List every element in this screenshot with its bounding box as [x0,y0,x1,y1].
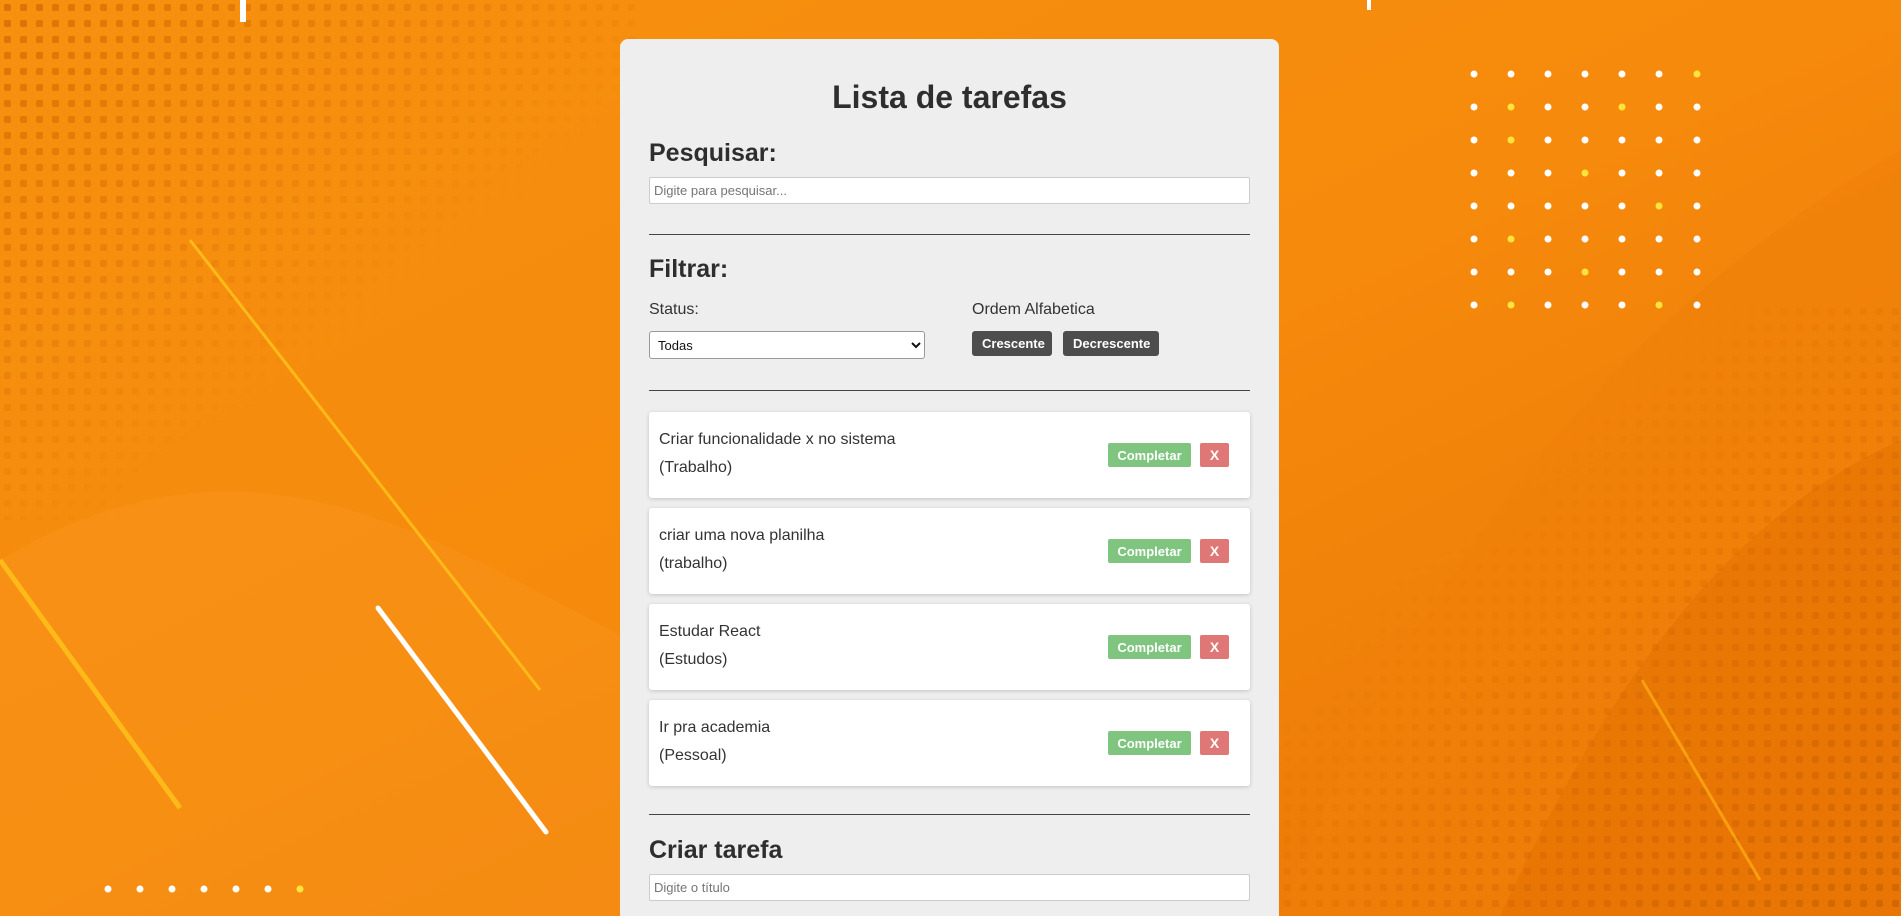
todo-item: Criar funcionalidade x no sistema (Traba… [649,412,1250,498]
todo-category: (trabalho) [659,555,728,572]
todo-item: criar uma nova planilha (trabalho) Compl… [649,508,1250,594]
todo-item: Estudar React (Estudos) Completar X [649,604,1250,690]
todo-content: criar uma nova planilha (trabalho) [659,522,824,578]
todo-text: criar uma nova planilha [659,527,825,544]
filter-heading: Filtrar: [649,255,729,283]
task-title-input[interactable] [649,874,1250,901]
divider [649,814,1250,815]
complete-button[interactable]: Completar [1108,443,1191,467]
divider [649,390,1250,391]
todo-content: Ir pra academia (Pessoal) [659,714,770,770]
page-title: Lista de tarefas [832,79,1067,115]
complete-button[interactable]: Completar [1108,731,1191,755]
remove-button[interactable]: X [1200,635,1229,659]
create-task-heading: Criar tarefa [649,836,783,864]
complete-button[interactable]: Completar [1108,539,1191,563]
alphabetical-order-label: Ordem Alfabetica [972,301,1095,318]
todo-text: Estudar React [659,623,761,640]
todo-category: (Pessoal) [659,747,727,764]
todo-text: Ir pra academia [659,719,771,736]
remove-button[interactable]: X [1200,443,1229,467]
todo-app-panel: Lista de tarefas Pesquisar: Filtrar: Sta… [620,39,1279,916]
status-label: Status: [649,301,699,318]
todo-content: Estudar React (Estudos) [659,618,760,674]
remove-button[interactable]: X [1200,539,1229,563]
search-input[interactable] [649,177,1250,204]
todo-content: Criar funcionalidade x no sistema (Traba… [659,426,896,482]
todo-category: (Estudos) [659,651,728,668]
todo-category: (Trabalho) [659,459,733,476]
search-heading: Pesquisar: [649,139,777,167]
sort-ascending-button[interactable]: Crescente [972,331,1052,356]
complete-button[interactable]: Completar [1108,635,1191,659]
todo-item: Ir pra academia (Pessoal) Completar X [649,700,1250,786]
status-select[interactable]: Todas [649,331,925,359]
remove-button[interactable]: X [1200,731,1229,755]
todo-text: Criar funcionalidade x no sistema [659,431,896,448]
divider [649,234,1250,235]
sort-descending-button[interactable]: Decrescente [1063,331,1159,356]
